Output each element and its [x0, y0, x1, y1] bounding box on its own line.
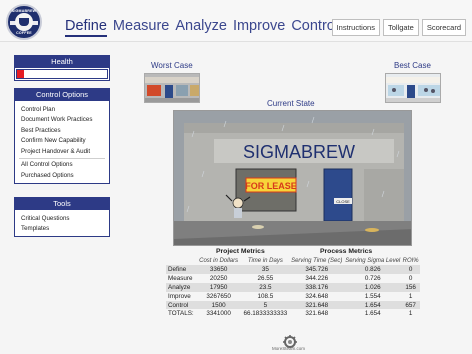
row-serving-time: 321.648: [305, 310, 329, 318]
row-serving-time: 338.176: [289, 282, 345, 292]
col-roi: ROI%: [402, 258, 419, 264]
table-row: Define 33650 35 345.726 0.826 0: [166, 265, 420, 274]
best-case-label: Best Case: [394, 61, 431, 70]
option-purchased-options[interactable]: Purchased Options: [15, 171, 109, 182]
row-roi: 657: [401, 300, 420, 310]
row-sigma: 1.654: [344, 300, 402, 310]
row-cost: 1500: [195, 300, 242, 310]
row-phase: TOTALS:: [168, 310, 194, 318]
row-phase: Define: [166, 265, 196, 274]
tool-templates[interactable]: Templates: [15, 224, 109, 235]
control-options-title: Control Options: [15, 89, 109, 101]
row-cost: 3267650: [206, 292, 231, 300]
scorecard-button[interactable]: Scorecard: [421, 19, 466, 36]
table-row: Analyze 17950 23.5 338.176 1.026 156: [166, 282, 420, 292]
row-roi: 1: [408, 310, 413, 318]
phase-nav: Define Measure Analyze Improve Control: [65, 17, 344, 37]
row-cost: 17950: [195, 282, 242, 292]
row-serving-time: 321.648: [289, 300, 345, 310]
nav-measure[interactable]: Measure: [113, 17, 169, 37]
row-sigma: 1.654: [364, 310, 381, 318]
row-phase: Control: [166, 300, 196, 310]
option-document-work-practices[interactable]: Document Work Practices: [15, 115, 109, 126]
current-state-scene: SIGMABREW FOR LEASE CLOSE: [173, 110, 412, 246]
row-phase: Improve: [168, 292, 191, 300]
row-sigma: 0.826: [344, 265, 402, 274]
logo-text-top: SIGMABREW: [11, 9, 37, 13]
current-state-label: Current State: [267, 99, 315, 108]
top-buttons: Instructions Tollgate Scorecard: [331, 19, 466, 36]
row-cost: 3341000: [206, 310, 231, 318]
col-serving-time: Serving Time (Sec): [291, 258, 343, 264]
col-sigma: Serving Sigma Level: [345, 258, 401, 264]
option-project-handover-audit[interactable]: Project Handover & Audit: [15, 146, 109, 157]
tools-title: Tools: [15, 198, 109, 210]
instructions-button[interactable]: Instructions: [331, 19, 380, 36]
health-bar: [16, 69, 108, 79]
row-serving-time: 344.226: [305, 274, 329, 282]
footer-brand: MoreSteam.com: [272, 346, 306, 351]
tool-critical-questions[interactable]: Critical Questions: [15, 213, 109, 224]
divider: [19, 157, 105, 159]
option-all-control-options[interactable]: All Control Options: [15, 160, 109, 171]
row-sigma: 0.726: [364, 274, 381, 282]
table-row: Improve 3267650 108.5 324.648 1.554 1: [166, 292, 420, 301]
table-row: Measure 20250 26.55 344.226 0.726 0: [166, 274, 420, 283]
nav-improve[interactable]: Improve: [233, 17, 285, 37]
row-time: 5: [241, 300, 290, 310]
coffee-cup-icon: [19, 18, 29, 26]
row-roi: 0: [408, 274, 413, 282]
col-phase: [166, 257, 196, 265]
table-row: Control 1500 5 321.648 1.654 657: [166, 300, 420, 310]
option-best-practices[interactable]: Best Practices: [15, 125, 109, 136]
tools-panel: Tools Critical Questions Templates: [14, 197, 110, 238]
health-bar-fill: [17, 70, 25, 78]
option-control-plan[interactable]: Control Plan: [15, 104, 109, 115]
health-panel: Health: [14, 55, 110, 81]
row-sigma: 1.554: [364, 292, 381, 300]
row-phase: Measure: [168, 274, 193, 282]
worst-case-label: Worst Case: [151, 61, 193, 70]
shop-sign: SIGMABREW: [243, 142, 355, 162]
row-time: 26.55: [257, 274, 274, 282]
row-serving-time: 324.648: [305, 292, 329, 300]
door-sign: CLOSE: [336, 199, 350, 204]
totals-row: TOTALS: 3341000 66.1833333333 321.648 1.…: [166, 309, 420, 318]
tollgate-button[interactable]: Tollgate: [382, 19, 419, 36]
row-roi: 156: [401, 282, 420, 292]
metrics-table: Cost in Dollars Time in Days Serving Tim…: [166, 257, 420, 318]
row-phase: Analyze: [166, 282, 196, 292]
row-cost: 33650: [195, 265, 242, 274]
best-case-thumbnail[interactable]: [385, 73, 441, 103]
col-cost: Cost in Dollars: [199, 258, 239, 264]
row-time: 23.5: [241, 282, 290, 292]
sigmabrew-logo: SIGMABREW COFFEE: [6, 4, 42, 40]
col-time: Time in Days: [247, 258, 283, 264]
row-time: 108.5: [257, 292, 274, 300]
health-title: Health: [15, 56, 109, 68]
metrics-header-row: Cost in Dollars Time in Days Serving Tim…: [166, 257, 420, 265]
for-lease-sign: FOR LEASE: [245, 181, 297, 191]
control-options-panel: Control Options Control Plan Document Wo…: [14, 88, 110, 185]
row-time: 66.1833333333: [243, 310, 288, 318]
nav-define[interactable]: Define: [65, 17, 107, 37]
row-roi: 0: [401, 265, 420, 274]
row-roi: 1: [408, 292, 413, 300]
top-header: SIGMABREW COFFEE Define Measure Analyze …: [0, 0, 472, 42]
worst-case-thumbnail[interactable]: [144, 73, 200, 103]
process-metrics-title: Process Metrics: [320, 248, 373, 255]
row-cost: 20250: [209, 274, 228, 282]
project-metrics-title: Project Metrics: [216, 248, 265, 255]
row-time: 35: [241, 265, 290, 274]
moresteam-logo: [270, 334, 310, 354]
row-serving-time: 345.726: [289, 265, 345, 274]
option-confirm-new-capability[interactable]: Confirm New Capability: [15, 136, 109, 147]
logo-text-bottom: COFFEE: [16, 31, 32, 35]
row-sigma: 1.026: [344, 282, 402, 292]
nav-analyze[interactable]: Analyze: [175, 17, 227, 37]
